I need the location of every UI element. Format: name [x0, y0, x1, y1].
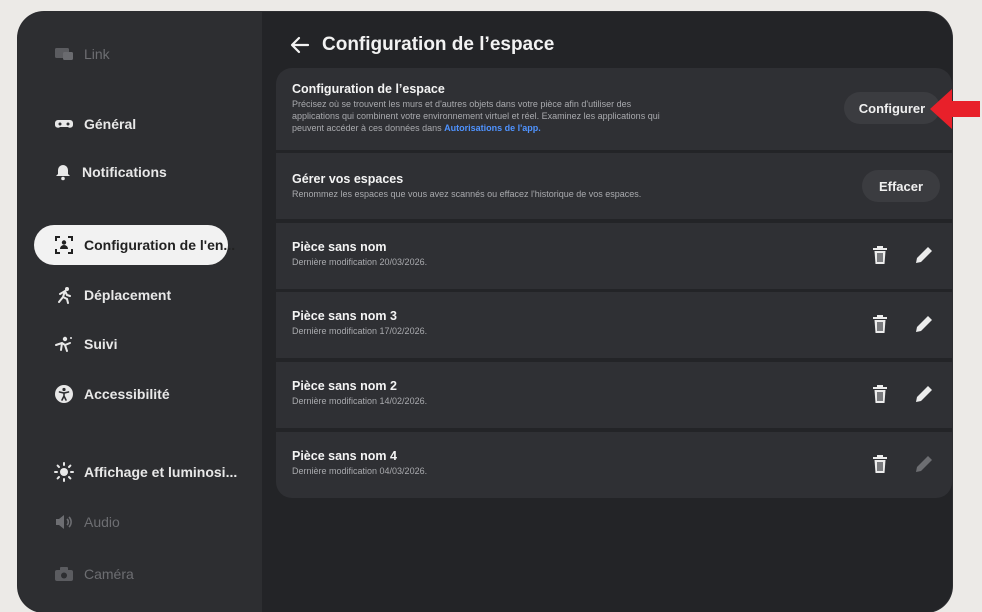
tracking-icon [55, 336, 72, 352]
room-actions [872, 454, 934, 474]
sidebar-item-label: Déplacement [84, 287, 172, 303]
sidebar-item-camera[interactable]: Caméra [34, 554, 228, 594]
trash-icon[interactable] [872, 246, 888, 264]
space-setup-title: Configuration de l’espace [292, 82, 445, 96]
sidebar-item-label: Configuration de l'en... [84, 237, 236, 253]
sidebar-item-label: Audio [84, 514, 120, 530]
desc-line: peuvent accéder à ces données dans Autor… [292, 122, 936, 134]
pencil-icon[interactable] [914, 384, 934, 404]
desc-line: applications qui combinent votre environ… [292, 111, 660, 121]
desc-line: Précisez où se trouvent les murs et d'au… [292, 99, 632, 109]
room-row[interactable]: Pièce sans nom 4 Dernière modification 0… [276, 432, 952, 498]
trash-icon[interactable] [872, 315, 888, 333]
brightness-icon [54, 462, 74, 482]
sidebar-item-audio[interactable]: Audio [34, 502, 228, 542]
room-name: Pièce sans nom 2 [292, 379, 397, 393]
accessibility-icon [55, 385, 73, 403]
movement-icon [58, 287, 71, 304]
sidebar-item-space-setup[interactable]: Configuration de l'en... [34, 225, 235, 265]
sidebar-item-accessibility[interactable]: Accessibilité [34, 374, 228, 414]
main-content: Configuration de l’espace Configuration … [276, 12, 952, 612]
pencil-icon[interactable] [914, 454, 934, 474]
room-actions [872, 314, 934, 334]
speaker-icon [56, 515, 72, 529]
sidebar-item-label: Link [84, 46, 110, 62]
camera-icon [55, 567, 73, 581]
page-title: Configuration de l’espace [322, 34, 555, 55]
space-setup-card: Configuration de l’espace Précisez où se… [276, 68, 952, 150]
space-setup-description: Précisez où se trouvent les murs et d'au… [292, 98, 936, 134]
room-name: Pièce sans nom [292, 240, 387, 254]
manage-spaces-description: Renommez les espaces que vous avez scann… [292, 189, 642, 199]
link-icon [55, 48, 73, 60]
sidebar-item-link[interactable]: Link [34, 34, 228, 74]
sidebar-item-label: Caméra [84, 566, 134, 582]
desc-text: peuvent accéder à ces données dans [292, 123, 445, 133]
sidebar-item-tracking[interactable]: Suivi [34, 324, 228, 364]
room-actions [872, 245, 934, 265]
pencil-icon[interactable] [914, 314, 934, 334]
room-modified: Dernière modification 20/03/2026. [292, 257, 428, 267]
room-name: Pièce sans nom 4 [292, 449, 397, 463]
room-name: Pièce sans nom 3 [292, 309, 397, 323]
clear-button[interactable]: Effacer [862, 170, 940, 202]
sidebar-item-general[interactable]: Général [34, 104, 228, 144]
pencil-icon[interactable] [914, 245, 934, 265]
room-modified: Dernière modification 04/03/2026. [292, 466, 428, 476]
room-modified: Dernière modification 17/02/2026. [292, 326, 428, 336]
trash-icon[interactable] [872, 385, 888, 403]
space-setup-icon [55, 236, 73, 254]
sidebar: Link Général Notifications Configuration… [18, 12, 262, 612]
trash-icon[interactable] [872, 455, 888, 473]
back-arrow-icon[interactable] [290, 36, 310, 54]
app-permissions-link[interactable]: Autorisations de l'app. [444, 123, 541, 133]
sidebar-item-notifications[interactable]: Notifications [34, 152, 228, 192]
sidebar-item-label: Général [84, 116, 137, 132]
room-modified: Dernière modification 14/02/2026. [292, 396, 428, 406]
sidebar-item-label: Affichage et luminosi... [84, 464, 238, 480]
settings-panel: Link Général Notifications Configuration… [18, 12, 952, 612]
bell-icon [56, 165, 70, 181]
page-header: Configuration de l’espace [290, 34, 554, 56]
room-actions [872, 384, 934, 404]
room-row[interactable]: Pièce sans nom 3 Dernière modification 1… [276, 292, 952, 358]
room-row[interactable]: Pièce sans nom 2 Dernière modification 1… [276, 362, 952, 428]
room-row[interactable]: Pièce sans nom Dernière modification 20/… [276, 223, 952, 289]
red-arrow-icon [930, 89, 980, 129]
sidebar-item-label: Suivi [84, 336, 118, 352]
sidebar-item-movement[interactable]: Déplacement [34, 275, 228, 315]
sidebar-item-display[interactable]: Affichage et luminosi... [34, 452, 237, 492]
configure-button[interactable]: Configurer [844, 92, 940, 124]
sidebar-item-label: Accessibilité [84, 386, 170, 402]
manage-spaces-card: Gérer vos espaces Renommez les espaces q… [276, 153, 952, 219]
sidebar-item-label: Notifications [82, 164, 167, 180]
gamepad-icon [55, 120, 73, 128]
manage-spaces-title: Gérer vos espaces [292, 172, 404, 186]
